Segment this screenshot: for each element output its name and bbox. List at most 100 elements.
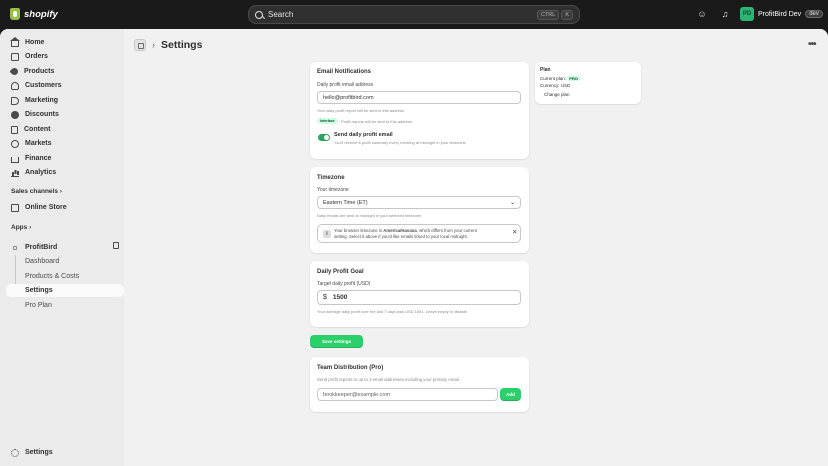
more-actions-icon[interactable]: ••• — [808, 39, 816, 50]
sidebar-sub-label: Dashboard — [25, 258, 60, 265]
chevron-right-icon: › — [59, 188, 62, 195]
sidebar-item-marketing[interactable]: Marketing — [6, 94, 124, 107]
sidebar-item-customers[interactable]: Customers — [6, 79, 124, 92]
help-text: Your daily profit report will be sent to… — [317, 108, 405, 113]
status-badge: Interface — [317, 118, 338, 124]
shopify-logo[interactable]: shopify — [10, 8, 58, 20]
timezone-banner: i Your browser timezone is America/Havan… — [317, 224, 521, 243]
sidebar: Home Orders Products Customers Marketing… — [0, 29, 124, 466]
add-email-button[interactable]: Add — [500, 388, 521, 401]
selected-value: Eastern Time (ET) — [323, 199, 368, 206]
pin-icon[interactable] — [113, 242, 119, 249]
sidebar-item-label: Analytics — [25, 169, 57, 176]
help-text: You'll receive a profit summary every mo… — [334, 140, 466, 145]
sidebar-item-label: Orders — [25, 53, 48, 60]
email-field[interactable]: hello@profitbird.com — [317, 91, 521, 104]
sidebar-item-orders[interactable]: Orders — [6, 50, 124, 63]
sidebar-item-profitbird[interactable]: ProfitBird — [6, 241, 124, 254]
bank-icon — [11, 156, 19, 163]
save-button[interactable]: Save settings — [310, 335, 363, 348]
search-placeholder: Search — [268, 10, 294, 19]
sidebar-item-label: Home — [25, 39, 45, 46]
profit-goal-field[interactable]: $ 1500 — [317, 290, 521, 305]
sidebar-item-label: Discounts — [25, 111, 59, 118]
timezone-select[interactable]: Eastern Time (ET) ⌄ — [317, 196, 521, 209]
currency-line: Currency: USD — [540, 83, 571, 88]
globe-icon — [11, 139, 19, 148]
content-icon — [11, 125, 18, 134]
sidebar-sub-products-costs[interactable]: Products & Costs — [6, 270, 124, 283]
plan-card: Plan Current plan: PRO Currency: USD Cha… — [535, 62, 641, 104]
gear-icon — [11, 448, 19, 457]
top-bar: shopify Search CTRL K ☺ ♫ PD ProfitBird … — [0, 0, 828, 29]
goal-value: 1500 — [332, 294, 348, 301]
sidebar-item-discounts[interactable]: Discounts — [6, 108, 124, 121]
sidebar-item-label: Online Store — [25, 204, 67, 211]
sidebar-item-label: Marketing — [25, 97, 59, 104]
banner-text: Your browser timezone is America/Havana,… — [334, 228, 477, 240]
apps-label: Apps — [11, 224, 28, 231]
sidebar-sub-label: Settings — [25, 287, 53, 294]
sidebar-item-markets[interactable]: Markets — [6, 137, 124, 150]
help-text: Send profit reports to up to 3 email add… — [317, 377, 460, 382]
close-icon[interactable]: ✕ — [512, 228, 517, 236]
search-shortcut: CTRL K — [536, 9, 573, 20]
sidebar-item-settings[interactable]: Settings — [6, 446, 124, 459]
currency-symbol: $ — [323, 294, 327, 301]
profit-goal-card: Daily Profit Goal Target daily profit (U… — [310, 261, 529, 327]
page-header: › Settings — [134, 39, 202, 51]
sidebar-item-label: Settings — [25, 449, 53, 456]
plan-badge: PRO — [567, 76, 580, 81]
sidebar-sub-label: Products & Costs — [25, 273, 80, 280]
banner-text-line2: setting. Select it above if you'd like e… — [334, 234, 468, 239]
sidebar-item-home[interactable]: Home — [6, 36, 124, 49]
card-title: Plan — [540, 67, 551, 73]
sidebar-item-finance[interactable]: Finance — [6, 152, 124, 165]
tag-icon — [9, 66, 20, 77]
search-bar[interactable]: Search CTRL K — [248, 5, 580, 24]
sidebar-item-content[interactable]: Content — [6, 123, 124, 136]
help-text: Daily emails are sent at midnight in you… — [317, 213, 422, 218]
page-title: Settings — [161, 39, 203, 51]
toggle-title: Send daily profit email — [334, 132, 393, 138]
chevron-down-icon: ⌄ — [509, 200, 515, 206]
chevron-right-icon: › — [29, 224, 32, 231]
sales-channels-label: Sales channels — [11, 188, 58, 195]
daily-email-toggle[interactable] — [318, 134, 330, 141]
email-notifications-card: Email Notifications Daily profit email a… — [310, 62, 529, 159]
banner-text-suffix: , which differs from your current — [416, 228, 477, 233]
analytics-icon — [11, 169, 19, 177]
info-icon: i — [323, 230, 331, 238]
card-title: Email Notifications — [317, 69, 372, 75]
store-avatar: PD — [740, 7, 754, 21]
change-plan-button[interactable]: Change plan — [544, 92, 570, 97]
sidebar-sub-settings[interactable]: Settings — [6, 284, 124, 297]
store-icon — [11, 203, 19, 212]
shopify-bag-icon — [10, 8, 20, 20]
sidebar-item-label: Content — [24, 126, 51, 133]
admin-frame: Home Orders Products Customers Marketing… — [0, 29, 828, 466]
team-email-input[interactable]: bookkeeper@example.com — [317, 388, 498, 401]
logo-text: shopify — [24, 8, 58, 20]
main-content: › Settings ••• Email Notifications Daily… — [124, 29, 828, 466]
apps-heading[interactable]: Apps › — [11, 224, 31, 231]
store-name: ProfitBird Dev — [758, 10, 802, 18]
sidebar-sub-dashboard[interactable]: Dashboard — [6, 255, 124, 268]
app-icon — [13, 245, 17, 250]
sidebar-sub-pro-plan[interactable]: Pro Plan — [6, 299, 124, 312]
sidebar-item-online-store[interactable]: Online Store — [6, 201, 124, 214]
card-title: Daily Profit Goal — [317, 269, 364, 275]
sidekick-icon[interactable]: ☺ — [697, 9, 707, 19]
sidebar-item-analytics[interactable]: Analytics — [6, 166, 124, 179]
app-home-button[interactable] — [134, 39, 146, 51]
orders-icon — [11, 52, 19, 61]
store-menu[interactable]: PD ProfitBird Dev dev — [740, 7, 823, 21]
person-icon — [11, 81, 19, 90]
megaphone-icon — [11, 96, 19, 105]
search-icon — [255, 10, 263, 19]
sidebar-item-products[interactable]: Products — [6, 65, 124, 78]
sales-channels-heading[interactable]: Sales channels › — [11, 188, 62, 195]
bell-icon[interactable]: ♫ — [720, 9, 730, 19]
team-distribution-card: Team Distribution (Pro) Send profit repo… — [310, 357, 529, 412]
sidebar-item-label: ProfitBird — [25, 244, 58, 251]
